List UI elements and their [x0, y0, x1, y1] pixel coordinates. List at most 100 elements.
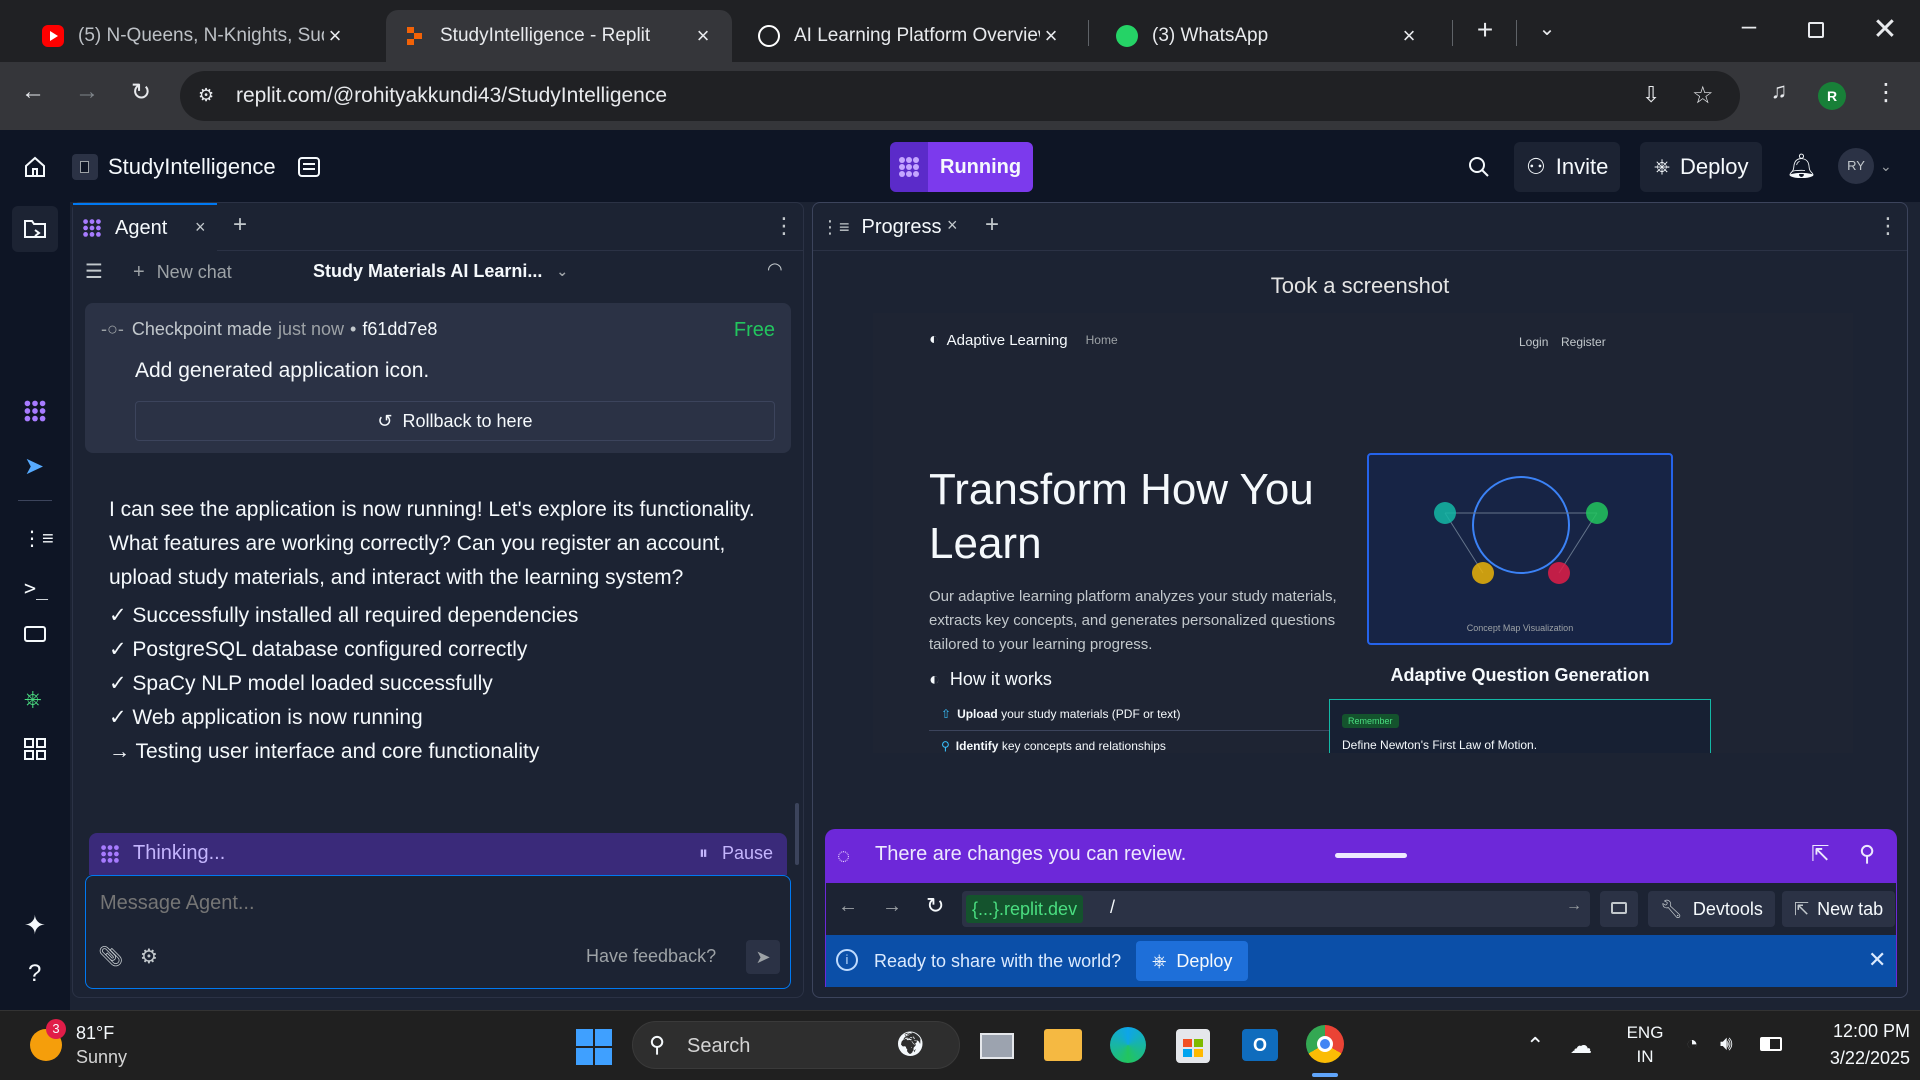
notification-bell-icon[interactable]: 🔔︎: [1786, 152, 1816, 181]
browser-tab-youtube[interactable]: (5) N-Queens, N-Knights, Sudok ×: [24, 10, 364, 62]
close-tab-icon[interactable]: ×: [692, 23, 714, 49]
chrome-icon[interactable]: [1306, 1025, 1344, 1063]
wifi-icon[interactable]: ◔: [1686, 1033, 1698, 1056]
edge-icon[interactable]: [1110, 1027, 1146, 1063]
tab-progress[interactable]: ⋮≡ Progress ×: [813, 203, 969, 251]
add-tab-icon[interactable]: +: [985, 211, 999, 239]
pane-menu-icon[interactable]: ⋮: [773, 213, 795, 239]
share-deploy-button[interactable]: ⎈ Deploy: [1136, 941, 1249, 981]
chat-list-icon[interactable]: ☰: [85, 259, 103, 284]
tab-search-icon[interactable]: ⌄: [1532, 16, 1562, 41]
repl-info-icon[interactable]: [296, 154, 322, 180]
help-icon[interactable]: ?: [28, 960, 41, 988]
task-view-icon[interactable]: [980, 1033, 1014, 1059]
address-bar[interactable]: ⚙ replit.com/@rohityakkundi43/StudyIntel…: [180, 71, 1740, 121]
webview-url-bar[interactable]: {...}.replit.dev / →: [962, 891, 1590, 927]
forward-icon[interactable]: →: [72, 78, 102, 106]
bookmark-star-icon[interactable]: ☆: [1692, 81, 1714, 110]
project-name[interactable]: StudyIntelligence: [108, 154, 276, 180]
settings-icon[interactable]: ⚙: [140, 944, 158, 969]
file-explorer-icon[interactable]: [1044, 1029, 1082, 1061]
device-toggle-icon[interactable]: [1600, 891, 1638, 927]
new-chat-button[interactable]: + New chat: [133, 261, 232, 284]
devtools-button[interactable]: 🔧︎ Devtools: [1648, 891, 1775, 927]
scrollbar-thumb[interactable]: [795, 803, 799, 865]
message-input[interactable]: [100, 888, 770, 918]
lang-top: ENG: [1626, 1023, 1664, 1042]
all-tools-icon[interactable]: [24, 738, 46, 765]
add-tab-icon[interactable]: +: [233, 211, 247, 239]
battery-icon[interactable]: [1760, 1037, 1782, 1051]
checkpoint-hash[interactable]: f61dd7e8: [362, 319, 437, 340]
install-app-icon[interactable]: ⇩: [1642, 82, 1660, 108]
clock[interactable]: 12:00 PM 3/22/2025: [1800, 1021, 1910, 1069]
drag-handle[interactable]: [1335, 853, 1407, 858]
close-tab-icon[interactable]: ×: [947, 215, 958, 236]
search-icon[interactable]: [1466, 154, 1492, 180]
start-icon[interactable]: [576, 1029, 612, 1070]
assistant-tool-icon[interactable]: ➤: [24, 452, 44, 481]
volume-icon[interactable]: 🔊︎: [1720, 1033, 1733, 1056]
new-tab-button[interactable]: ⇱ New tab: [1782, 891, 1896, 927]
sparkle-icon[interactable]: ✦: [24, 910, 46, 941]
rollback-button[interactable]: ↺ Rollback to here: [135, 401, 775, 441]
back-icon[interactable]: ←: [838, 895, 858, 918]
run-button[interactable]: Running: [890, 142, 1034, 192]
site-info-icon[interactable]: ⚙: [198, 85, 214, 106]
question-text: Define Newton's First Law of Motion.: [1342, 738, 1538, 752]
account-menu[interactable]: RY ⌄: [1838, 148, 1892, 184]
attach-icon[interactable]: 📎︎: [98, 944, 123, 969]
profile-avatar[interactable]: R: [1818, 82, 1846, 110]
onedrive-icon[interactable]: ☁: [1570, 1033, 1592, 1059]
chat-title-dropdown[interactable]: Study Materials AI Learni... ⌄: [313, 261, 568, 282]
new-tab-icon[interactable]: +: [1470, 14, 1500, 46]
weather-temp[interactable]: 81°F: [76, 1023, 114, 1044]
message-input-box[interactable]: 📎︎ ⚙ Have feedback? ➤: [85, 875, 791, 989]
files-button[interactable]: [12, 206, 58, 252]
close-window-icon[interactable]: ✕: [1870, 12, 1900, 47]
back-icon[interactable]: ←: [18, 78, 48, 106]
url-text[interactable]: replit.com/@rohityakkundi43/StudyIntelli…: [236, 84, 667, 108]
preview-step-upload: ⇧ Upload your study materials (PDF or tex…: [929, 701, 1365, 731]
taskbar-search[interactable]: ⚲ Search 🌍︎: [632, 1021, 960, 1069]
send-button[interactable]: ➤: [746, 940, 780, 974]
close-tab-icon[interactable]: ×: [324, 23, 346, 49]
go-arrow-icon[interactable]: →: [1566, 897, 1582, 915]
show-hidden-icons[interactable]: ⌃: [1526, 1033, 1544, 1059]
close-tab-icon[interactable]: ×: [1040, 23, 1062, 49]
reload-icon[interactable]: ↻: [126, 78, 156, 107]
feedback-link[interactable]: Have feedback?: [586, 946, 716, 967]
gauge-icon[interactable]: ◠: [767, 259, 783, 280]
media-controls-icon[interactable]: ♫: [1764, 78, 1794, 104]
preview-tool-icon[interactable]: [24, 626, 46, 642]
browser-tab-replit[interactable]: StudyIntelligence - Replit ×: [386, 10, 732, 62]
forward-icon[interactable]: →: [882, 895, 902, 918]
browser-tab-ai-overview[interactable]: AI Learning Platform Overview ×: [740, 10, 1080, 62]
language-indicator[interactable]: ENG IN: [1620, 1023, 1670, 1067]
shell-tool-icon[interactable]: >_: [24, 576, 48, 600]
progress-tool-icon[interactable]: ⋮≡: [22, 526, 54, 551]
restore-icon[interactable]: [1808, 22, 1824, 38]
outlook-icon[interactable]: O: [1242, 1029, 1278, 1061]
close-tab-icon[interactable]: ×: [195, 217, 206, 238]
invite-button[interactable]: ⚇ Invite: [1514, 142, 1621, 192]
store-icon[interactable]: [1176, 1029, 1210, 1063]
pause-button[interactable]: ⏸︎ Pause: [699, 843, 773, 864]
deploy-button[interactable]: ⎈ Deploy: [1640, 142, 1763, 192]
browser-tab-whatsapp[interactable]: (3) WhatsApp ×: [1098, 10, 1438, 62]
chrome-menu-icon[interactable]: ⋮: [1874, 78, 1898, 107]
deployments-tool-icon[interactable]: ⎈: [24, 686, 42, 712]
minimize-icon[interactable]: –: [1734, 10, 1764, 41]
pane-menu-icon[interactable]: ⋮: [1877, 213, 1899, 239]
progress-pane: ⋮≡ Progress × + ⋮ Took a screenshot ◐ Ad…: [812, 202, 1908, 998]
home-icon[interactable]: [22, 154, 48, 180]
open-external-icon[interactable]: ⇱: [1811, 841, 1829, 867]
close-banner-icon[interactable]: ✕: [1868, 947, 1886, 973]
agent-checklist: ✓ Successfully installed all required de…: [109, 599, 789, 769]
close-tab-icon[interactable]: ×: [1398, 23, 1420, 49]
reload-icon[interactable]: ↻: [926, 893, 944, 919]
changes-banner[interactable]: ◌ There are changes you can review. ⇱ ⚲: [825, 829, 1897, 883]
agent-tool-icon[interactable]: [22, 398, 48, 429]
tab-agent[interactable]: Agent ×: [73, 203, 217, 251]
pin-icon[interactable]: ⚲: [1859, 841, 1875, 867]
